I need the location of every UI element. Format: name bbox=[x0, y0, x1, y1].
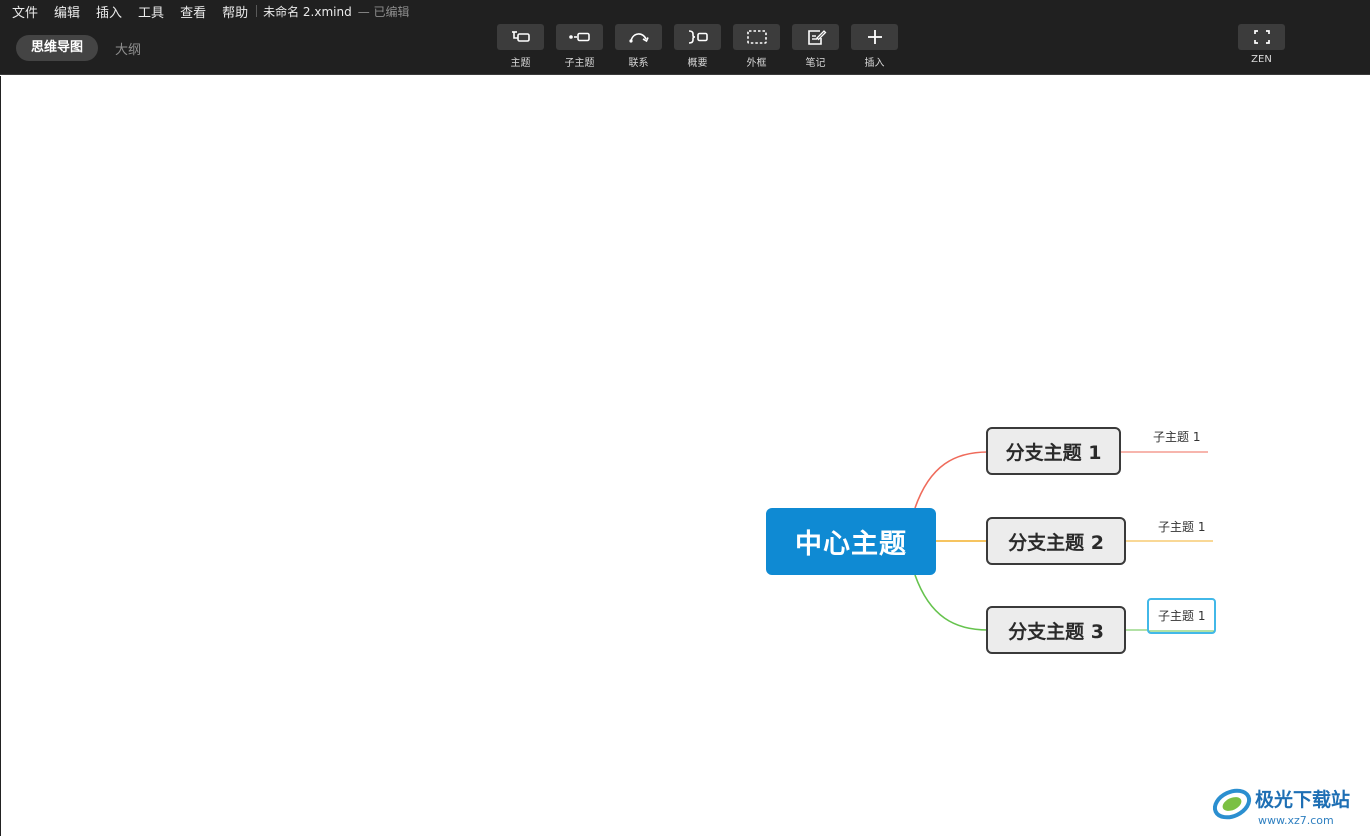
subtopic-1[interactable]: 子主题 1 bbox=[1153, 428, 1200, 445]
watermark-name: 极光下载站 bbox=[1255, 788, 1350, 811]
subtopic-3[interactable]: 子主题 1 bbox=[1158, 607, 1205, 624]
connector-branch-1 bbox=[914, 451, 989, 509]
branch-topic-3[interactable]: 分支主题 3 bbox=[986, 606, 1126, 654]
watermark-logo: 极光下载站 www.xz7.com bbox=[1212, 788, 1350, 827]
subtopic-2[interactable]: 子主题 1 bbox=[1158, 518, 1205, 535]
central-topic[interactable]: 中心主题 bbox=[766, 508, 936, 575]
connector-branch-3 bbox=[914, 574, 989, 631]
branch-topic-2[interactable]: 分支主题 2 bbox=[986, 517, 1126, 565]
branch-topic-1[interactable]: 分支主题 1 bbox=[986, 427, 1121, 475]
connector-lines bbox=[914, 451, 1215, 632]
watermark-url: www.xz7.com bbox=[1258, 814, 1334, 827]
